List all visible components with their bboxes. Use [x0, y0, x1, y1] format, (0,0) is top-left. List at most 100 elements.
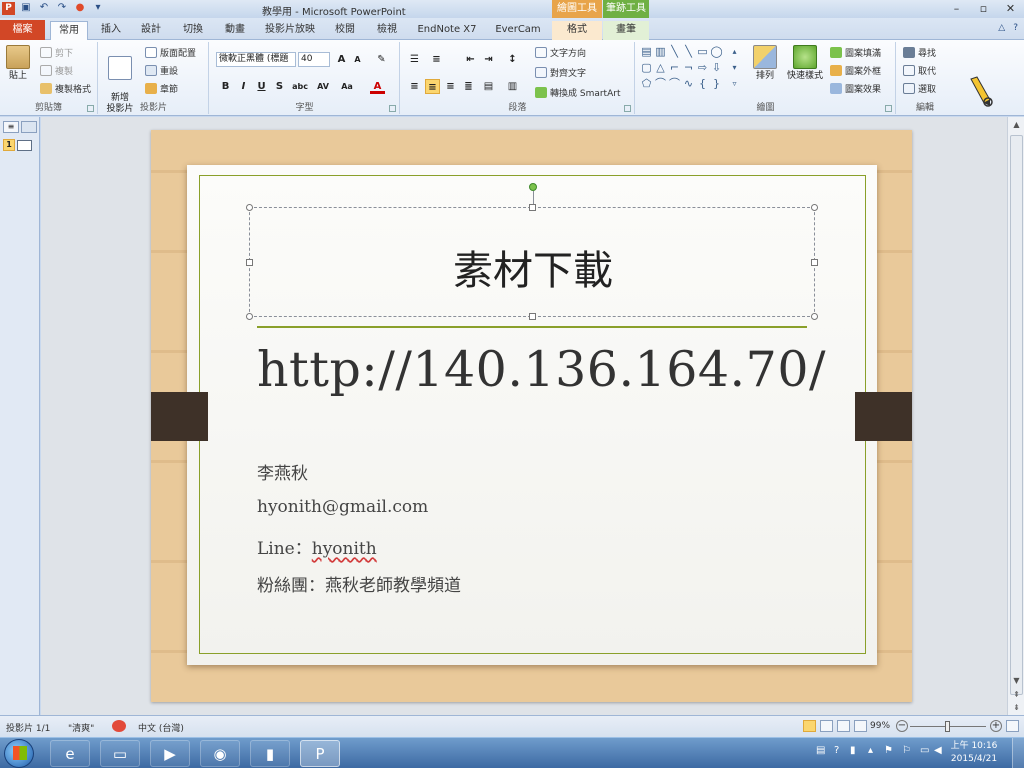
tab-pen[interactable]: 畫筆 — [603, 21, 649, 40]
reset-button[interactable]: 重設 — [145, 64, 178, 77]
italic-button[interactable]: I — [236, 79, 251, 94]
arc-shape-icon[interactable]: ⌒ — [668, 78, 681, 90]
arrange-button[interactable]: 排列 — [750, 45, 780, 82]
line-spacing-icon[interactable]: ↕ — [505, 52, 520, 67]
taskbar-explorer-icon[interactable]: ▭ — [100, 740, 140, 767]
clear-format-icon[interactable]: ✎ — [374, 52, 389, 67]
help-icon[interactable]: ? — [1013, 23, 1018, 33]
tab-endnote[interactable]: EndNote X7 — [414, 21, 480, 40]
slide-show-view-button[interactable] — [854, 720, 867, 732]
font-color-button[interactable]: A — [370, 79, 385, 94]
layout-button[interactable]: 版面配置 — [145, 46, 196, 59]
network-tray-icon[interactable]: ▮ — [850, 745, 856, 756]
paragraph-launcher-icon[interactable] — [624, 105, 631, 112]
zoom-slider-knob[interactable] — [945, 721, 950, 732]
bold-button[interactable]: B — [218, 79, 233, 94]
show-hidden-icons[interactable]: ▴ — [868, 745, 873, 756]
tab-evercam[interactable]: EverCam — [490, 21, 546, 40]
gallery-up-icon[interactable]: ▴ — [728, 46, 741, 58]
shape-effects-button[interactable]: 圖案效果 — [830, 82, 881, 95]
fan-page[interactable]: 粉絲團：燕秋老師教學頻道 — [257, 571, 461, 596]
tab-review[interactable]: 校閱 — [330, 21, 360, 40]
tab-transitions[interactable]: 切換 — [178, 21, 208, 40]
freeform-shape-icon[interactable]: ∿ — [682, 78, 695, 90]
outline-tab[interactable]: ≡ — [3, 121, 19, 133]
copy-button[interactable]: 複製 — [40, 64, 73, 77]
resize-handle-top[interactable] — [529, 204, 536, 211]
tab-home[interactable]: 常用 — [50, 21, 88, 40]
title-placeholder[interactable]: 素材下載 — [246, 204, 818, 320]
taskbar-powerpoint-icon[interactable]: P — [300, 740, 340, 767]
align-center-icon[interactable]: ≡ — [425, 79, 440, 94]
maximize-button[interactable]: ▫ — [970, 0, 997, 18]
replace-button[interactable]: 取代 — [903, 64, 936, 77]
brace-left-shape-icon[interactable]: { — [696, 78, 709, 90]
pentagon-shape-icon[interactable]: ⬠ — [640, 78, 653, 90]
align-right-icon[interactable]: ≡ — [443, 79, 458, 94]
volume-icon[interactable]: ◀ — [934, 745, 942, 756]
tab-insert[interactable]: 插入 — [96, 21, 126, 40]
triangle-shape-icon[interactable]: △ — [654, 62, 667, 74]
download-url[interactable]: http://140.136.164.70/ — [257, 341, 826, 398]
tab-file[interactable]: 檔案 — [0, 20, 45, 40]
resize-handle-top-left[interactable] — [246, 204, 253, 211]
slide-title[interactable]: 素材下載 — [250, 238, 816, 296]
redo-icon[interactable]: ↷ — [56, 2, 68, 14]
normal-view-button[interactable] — [803, 720, 816, 732]
author-email[interactable]: hyonith@gmail.com — [257, 497, 428, 517]
clipboard-launcher-icon[interactable] — [87, 105, 94, 112]
slide-canvas[interactable]: 素材下載 http://140.136.164.70/ 李燕秋 hyonith@… — [151, 130, 912, 702]
shape-outline-button[interactable]: 圖案外框 — [830, 64, 881, 77]
scrollbar-thumb[interactable] — [1010, 135, 1023, 695]
find-button[interactable]: 尋找 — [903, 46, 936, 59]
drawing-launcher-icon[interactable] — [885, 105, 892, 112]
taskbar-media-player-icon[interactable]: ▶ — [150, 740, 190, 767]
language-status[interactable]: 中文 (台灣) — [138, 721, 184, 734]
save-icon[interactable]: ▣ — [20, 2, 32, 14]
taskbar-ie-icon[interactable]: e — [50, 740, 90, 767]
scroll-down-icon[interactable]: ▼ — [1011, 676, 1022, 685]
rectangle-shape-icon[interactable]: ▭ — [696, 46, 709, 58]
shrink-font-button[interactable]: A — [350, 52, 365, 67]
slides-tab[interactable] — [21, 121, 37, 133]
next-slide-icon[interactable]: ⇟ — [1011, 703, 1022, 712]
down-arrow-shape-icon[interactable]: ⇩ — [710, 62, 723, 74]
line-shape-icon[interactable]: ╲ — [668, 46, 681, 58]
decrease-indent-icon[interactable]: ⇤ — [463, 52, 478, 67]
shape-fill-button[interactable]: 圖案填滿 — [830, 46, 881, 59]
resize-handle-bottom[interactable] — [529, 313, 536, 320]
curve-shape-icon[interactable]: ⌒ — [654, 78, 667, 90]
textbox-shape-icon[interactable]: ▤ — [640, 46, 653, 58]
oval-shape-icon[interactable]: ◯ — [710, 46, 723, 58]
align-text-button[interactable]: 對齊文字 — [535, 66, 586, 79]
action-center-icon[interactable]: ⚐ — [902, 745, 911, 756]
distribute-icon[interactable]: ▤ — [481, 79, 496, 94]
underline-button[interactable]: U — [254, 79, 269, 94]
help-tray-icon[interactable]: ? — [834, 745, 839, 756]
gallery-down-icon[interactable]: ▾ — [728, 62, 741, 74]
section-button[interactable]: 章節 — [145, 82, 178, 95]
fit-slide-button[interactable] — [1006, 720, 1019, 732]
scroll-up-icon[interactable]: ▲ — [1011, 120, 1022, 129]
text-direction-button[interactable]: 文字方向 — [535, 46, 586, 59]
taskbar-chrome-icon[interactable]: ◉ — [200, 740, 240, 767]
vertical-scrollbar[interactable]: ▲ ▼ ⇞ ⇟ — [1007, 117, 1024, 715]
resize-handle-right[interactable] — [811, 259, 818, 266]
customize-qat-icon[interactable]: ▾ — [92, 2, 104, 14]
line-shape-icon-2[interactable]: ╲ — [682, 46, 695, 58]
char-spacing-button[interactable]: AV — [314, 79, 332, 94]
zoom-out-button[interactable]: − — [896, 720, 908, 732]
start-button[interactable] — [4, 739, 34, 768]
previous-slide-icon[interactable]: ⇞ — [1011, 690, 1022, 699]
slide-thumbnail-row[interactable]: 1 — [3, 139, 32, 151]
resize-handle-top-right[interactable] — [811, 204, 818, 211]
format-painter-button[interactable]: 複製格式 — [40, 82, 91, 95]
resize-handle-bottom-left[interactable] — [246, 313, 253, 320]
clock[interactable]: 上午 10:16 2015/4/21 — [946, 740, 1002, 766]
elbow-shape-icon[interactable]: ⌐ — [668, 62, 681, 74]
paste-button[interactable]: 貼上 — [4, 45, 32, 82]
strikethrough-button[interactable]: S — [272, 79, 287, 94]
show-desktop-button[interactable] — [1012, 738, 1024, 768]
undo-icon[interactable]: ↶ — [38, 2, 50, 14]
change-case-button[interactable]: Aa — [338, 79, 356, 94]
